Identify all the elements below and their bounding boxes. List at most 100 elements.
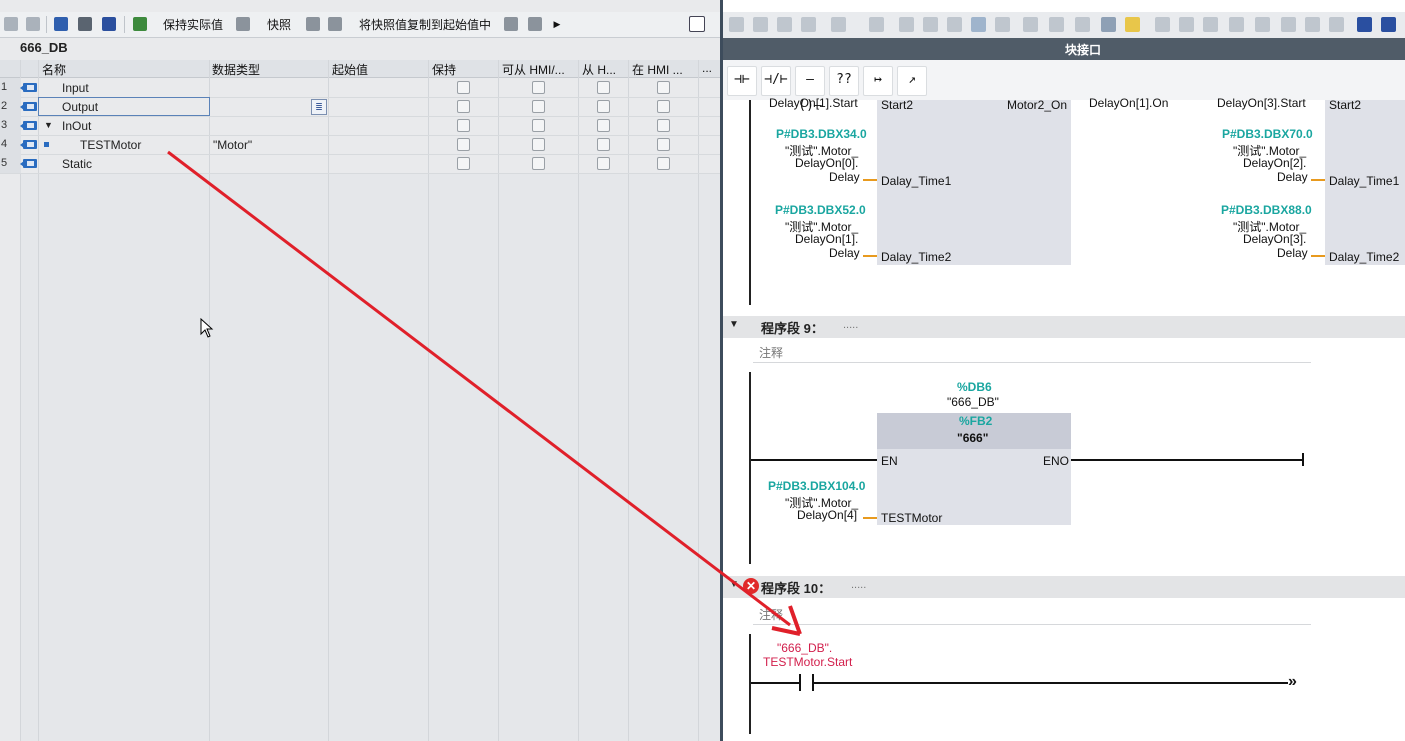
hmi-access-checkbox[interactable]: [532, 81, 545, 94]
empty-box-button[interactable]: ??: [829, 66, 859, 96]
col-datatype[interactable]: 数据类型: [212, 61, 260, 78]
row-name[interactable]: TESTMotor: [80, 138, 141, 152]
copy-snapshot-button[interactable]: 将快照值复制到起始值中: [356, 15, 494, 33]
network-10-header[interactable]: ▼ ✕ 程序段 10： .....: [723, 576, 1405, 598]
toolbar-icon[interactable]: [1381, 17, 1396, 32]
toolbar-icon[interactable]: [777, 17, 792, 32]
hmi-access-checkbox[interactable]: [532, 100, 545, 113]
toolbar-icon[interactable]: [1281, 17, 1296, 32]
col-hmi-visible[interactable]: 在 HMI ...: [632, 61, 683, 78]
toolbar-icon[interactable]: [1179, 17, 1194, 32]
hmi-visible-checkbox[interactable]: [657, 119, 670, 132]
hmi-access-checkbox[interactable]: [532, 119, 545, 132]
row-name[interactable]: Output: [62, 100, 98, 114]
edit-icon[interactable]: [76, 15, 94, 33]
insert-row-icon[interactable]: [2, 15, 20, 33]
toolbar-icon[interactable]: [1329, 17, 1344, 32]
operand-label[interactable]: Delay: [1277, 170, 1308, 184]
hmi-write-checkbox[interactable]: [597, 138, 610, 151]
toolbar-icon[interactable]: [995, 17, 1010, 32]
col-name[interactable]: 名称: [42, 61, 66, 78]
collapse-icon[interactable]: ▼: [729, 319, 739, 330]
table-row[interactable]: 1 Input: [0, 78, 720, 98]
fb-name[interactable]: "666": [957, 431, 988, 445]
snapshot-icon[interactable]: [234, 15, 252, 33]
operand-label[interactable]: DelayOn[3].: [1243, 232, 1306, 246]
row-datatype[interactable]: "Motor": [213, 138, 252, 152]
retain-checkbox[interactable]: [457, 100, 470, 113]
collapse-icon[interactable]: ▼: [44, 120, 53, 130]
col-more[interactable]: ...: [702, 61, 712, 75]
nc-contact-button[interactable]: ⊣/⊢: [761, 66, 791, 96]
network-comment[interactable]: 注释: [753, 342, 1311, 363]
close-branch-button[interactable]: ↗: [897, 66, 927, 96]
toolbar-icon[interactable]: [1101, 17, 1116, 32]
table-row[interactable]: 4 TESTMotor "Motor": [0, 135, 720, 155]
toolbar-icon[interactable]: [1125, 17, 1140, 32]
expand-icon[interactable]: [52, 15, 70, 33]
snapshot-load-icon[interactable]: [304, 15, 322, 33]
datatype-picker-icon[interactable]: ≣: [311, 99, 327, 115]
table-row[interactable]: 5 Static: [0, 154, 720, 174]
toolbar-icon[interactable]: [971, 17, 986, 32]
toolbar-icon[interactable]: [899, 17, 914, 32]
row-name[interactable]: InOut: [62, 119, 91, 133]
toolbar-icon[interactable]: [753, 17, 768, 32]
col-start[interactable]: 起始值: [332, 61, 368, 78]
toolbar-icon[interactable]: [1203, 17, 1218, 32]
contact-operand[interactable]: TESTMotor.Start: [763, 655, 852, 669]
hmi-visible-checkbox[interactable]: [657, 100, 670, 113]
hmi-access-checkbox[interactable]: [532, 157, 545, 170]
coil-button[interactable]: –()–: [795, 66, 825, 113]
keep-actual-button[interactable]: 保持实际值: [160, 15, 226, 33]
toolbar-icon[interactable]: [831, 17, 846, 32]
operand-label[interactable]: DelayOn[3].Start: [1217, 96, 1306, 110]
retain-checkbox[interactable]: [457, 138, 470, 151]
load-start-icon[interactable]: [502, 15, 520, 33]
table-row[interactable]: 3 ▼ InOut: [0, 116, 720, 136]
toolbar-icon[interactable]: [1305, 17, 1320, 32]
table-row[interactable]: 2 Output ≣: [0, 97, 720, 117]
operand-label[interactable]: DelayOn[0].: [795, 156, 858, 170]
retain-checkbox[interactable]: [457, 157, 470, 170]
toolbar-icon[interactable]: [1049, 17, 1064, 32]
toolbar-icon[interactable]: [869, 17, 884, 32]
toolbar-icon[interactable]: [1023, 17, 1038, 32]
col-retain[interactable]: 保持: [432, 61, 456, 78]
window-icon[interactable]: [688, 15, 706, 33]
retain-checkbox[interactable]: [457, 81, 470, 94]
monitor-icon[interactable]: [130, 15, 150, 33]
operand-label[interactable]: Delay: [829, 170, 860, 184]
hmi-access-checkbox[interactable]: [532, 138, 545, 151]
hmi-visible-checkbox[interactable]: [657, 81, 670, 94]
network-comment[interactable]: 注释: [753, 604, 1311, 625]
col-hmi-access[interactable]: 可从 HMI/...: [502, 61, 565, 78]
hmi-write-checkbox[interactable]: [597, 81, 610, 94]
hmi-write-checkbox[interactable]: [597, 100, 610, 113]
operand-label[interactable]: DelayOn[1].Start: [769, 96, 858, 110]
operand-label[interactable]: Delay: [1277, 246, 1308, 260]
toolbar-icon[interactable]: [729, 17, 744, 32]
retain-checkbox[interactable]: [457, 119, 470, 132]
toolbar-icon[interactable]: [801, 17, 816, 32]
snapshot-button[interactable]: 快照: [262, 15, 296, 33]
toolbar-icon[interactable]: [923, 17, 938, 32]
toolbar-icon[interactable]: [1229, 17, 1244, 32]
block-interface-bar[interactable]: 块接口: [723, 38, 1405, 60]
row-name[interactable]: Input: [62, 81, 89, 95]
list-icon[interactable]: [100, 15, 118, 33]
row-name[interactable]: Static: [62, 157, 92, 171]
toolbar-icon[interactable]: [1357, 17, 1372, 32]
hmi-write-checkbox[interactable]: [597, 157, 610, 170]
hmi-visible-checkbox[interactable]: [657, 157, 670, 170]
contact-symbol[interactable]: [799, 674, 801, 691]
no-contact-button[interactable]: ⊣⊢: [727, 66, 757, 96]
operand-label[interactable]: DelayOn[1].On: [1089, 96, 1168, 110]
hmi-write-checkbox[interactable]: [597, 119, 610, 132]
add-row-icon[interactable]: [24, 15, 42, 33]
operand-label[interactable]: Delay: [829, 246, 860, 260]
param-operand[interactable]: DelayOn[4]: [797, 508, 857, 522]
operand-label[interactable]: DelayOn[1].: [795, 232, 858, 246]
collapse-icon[interactable]: ▼: [729, 579, 739, 590]
col-hmi-write[interactable]: 从 H...: [582, 61, 616, 78]
